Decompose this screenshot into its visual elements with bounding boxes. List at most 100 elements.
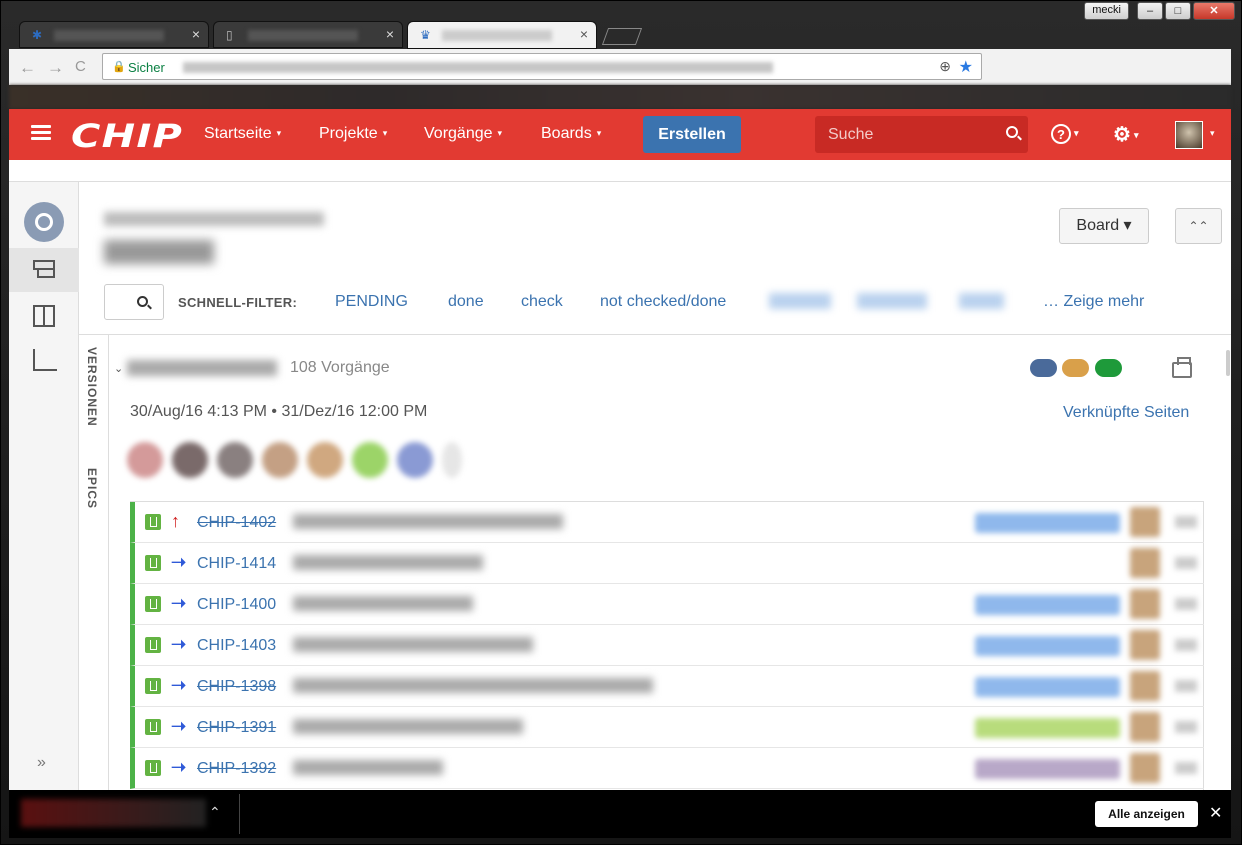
quick-filter-pending[interactable]: PENDING	[335, 293, 408, 311]
avatar[interactable]	[262, 442, 298, 478]
issue-key-link[interactable]: CHIP-1391	[197, 719, 276, 737]
profile-button[interactable]: mecki	[1084, 2, 1129, 20]
versions-tab[interactable]: VERSIONEN	[85, 347, 99, 427]
issue-key-link[interactable]: CHIP-1400	[197, 596, 276, 614]
assignee-avatar[interactable]	[1130, 712, 1160, 742]
browser-tab-1[interactable]: ✱ ×	[19, 21, 209, 48]
scrollbar-thumb[interactable]	[1226, 350, 1230, 376]
downloads-bar: ⌃ Alle anzeigen ✕	[9, 790, 1231, 838]
issue-key-link[interactable]: CHIP-1392	[197, 760, 276, 778]
forward-icon[interactable]: →	[47, 58, 64, 78]
new-tab-button[interactable]	[601, 28, 643, 45]
epic-label[interactable]	[975, 636, 1120, 656]
epic-label[interactable]	[975, 759, 1120, 779]
table-row[interactable]: ➝ CHIP-1403	[130, 625, 1204, 666]
avatar-more[interactable]	[442, 442, 462, 478]
backlog-nav-icon[interactable]	[9, 248, 79, 292]
side-panel-tabs: VERSIONEN EPICS	[79, 335, 109, 790]
assignee-avatar[interactable]	[1130, 753, 1160, 783]
story-type-icon	[145, 514, 161, 530]
show-all-downloads-button[interactable]: Alle anzeigen	[1095, 801, 1198, 827]
filter-search-input[interactable]	[104, 284, 164, 320]
divider	[239, 794, 240, 834]
tab-close-icon[interactable]: ×	[386, 26, 394, 42]
chevron-up-icon[interactable]: ⌃	[209, 804, 221, 821]
table-row[interactable]: ➝ CHIP-1392	[130, 748, 1204, 789]
table-row[interactable]: ➝ CHIP-1400	[130, 584, 1204, 625]
issue-key-link[interactable]: CHIP-1414	[197, 555, 276, 573]
chevron-down-icon[interactable]: ⌄	[114, 362, 123, 375]
nav-vorgaenge[interactable]: Vorgänge ▾	[424, 125, 502, 143]
collapse-header-button[interactable]: ⌃⌃	[1175, 208, 1222, 244]
search-input[interactable]: Suche	[815, 116, 1028, 153]
browser-tab-2[interactable]: ▯ ×	[213, 21, 403, 48]
bookmark-star-icon[interactable]: ★	[959, 57, 973, 77]
avatar[interactable]	[307, 442, 343, 478]
quick-filter-blurred[interactable]	[959, 293, 1004, 309]
user-avatar[interactable]	[1175, 121, 1203, 149]
expand-sidebar-icon[interactable]: »	[37, 754, 46, 772]
reload-icon[interactable]: C	[75, 58, 86, 75]
show-more-filters-link[interactable]: … Zeige mehr	[1043, 293, 1144, 311]
bookmarks-bar-blurred	[9, 85, 1231, 109]
quick-filter-blurred[interactable]	[769, 293, 831, 309]
epic-label[interactable]	[975, 595, 1120, 615]
table-row[interactable]: ➝ CHIP-1391	[130, 707, 1204, 748]
assignee-avatar[interactable]	[1130, 671, 1160, 701]
zoom-icon[interactable]: ⊕	[939, 58, 951, 75]
project-avatar-icon[interactable]	[24, 202, 64, 242]
download-item-blurred[interactable]	[21, 799, 206, 827]
quick-filter-not-checked-done[interactable]: not checked/done	[600, 293, 726, 311]
quick-filter-blurred[interactable]	[857, 293, 927, 309]
active-sprint-nav-icon[interactable]	[9, 294, 79, 338]
assignee-avatar[interactable]	[1130, 589, 1160, 619]
table-row[interactable]: ➝ CHIP-1414	[130, 543, 1204, 584]
maximize-button[interactable]: □	[1165, 2, 1191, 20]
menu-hamburger-icon[interactable]	[31, 125, 51, 141]
search-icon[interactable]	[1006, 126, 1018, 138]
minimize-button[interactable]: –	[1137, 2, 1163, 20]
avatar[interactable]	[127, 442, 163, 478]
tab-close-icon[interactable]: ×	[580, 26, 588, 42]
nav-startseite[interactable]: Startseite ▾	[204, 125, 281, 143]
epic-label[interactable]	[975, 718, 1120, 738]
linked-pages-link[interactable]: Verknüpfte Seiten	[1063, 404, 1189, 422]
avatar[interactable]	[397, 442, 433, 478]
epics-tab[interactable]: EPICS	[85, 468, 99, 509]
table-row[interactable]: ➝ CHIP-1398	[130, 666, 1204, 707]
assignee-avatar[interactable]	[1130, 630, 1160, 660]
close-window-button[interactable]: ✕	[1193, 2, 1235, 20]
tab-title-blurred	[248, 30, 358, 41]
quick-filter-done[interactable]: done	[448, 293, 484, 311]
table-row[interactable]: ↑ CHIP-1402	[130, 502, 1204, 543]
issue-key-link[interactable]: CHIP-1398	[197, 678, 276, 696]
avatar[interactable]	[217, 442, 253, 478]
settings-button[interactable]: ⚙ ▾	[1113, 122, 1138, 147]
nav-projekte[interactable]: Projekte ▾	[319, 125, 387, 143]
create-button[interactable]: Erstellen	[643, 116, 741, 153]
issue-key-link[interactable]: CHIP-1403	[197, 637, 276, 655]
issue-key-link[interactable]: CHIP-1402	[197, 514, 276, 532]
chip-logo[interactable]: CHIP	[71, 117, 183, 155]
help-button[interactable]: ? ▾	[1051, 122, 1079, 145]
nav-boards[interactable]: Boards ▾	[541, 125, 601, 143]
nav-label: Boards	[541, 125, 592, 142]
reports-nav-icon[interactable]	[9, 338, 79, 382]
priority-icon: ➝	[171, 675, 187, 695]
browser-tab-active[interactable]: ♛ ×	[407, 21, 597, 49]
printer-icon[interactable]	[1172, 357, 1192, 378]
close-downloads-icon[interactable]: ✕	[1209, 803, 1222, 823]
tab-close-icon[interactable]: ×	[192, 26, 200, 42]
epic-label[interactable]	[975, 513, 1120, 533]
quick-filter-check[interactable]: check	[521, 293, 563, 311]
address-bar[interactable]: 🔒 Sicher ⊕ ★	[102, 53, 982, 80]
board-dropdown-button[interactable]: Board ▾	[1059, 208, 1149, 244]
epic-label[interactable]	[975, 677, 1120, 697]
chevron-down-icon[interactable]: ▾	[1210, 128, 1215, 139]
avatar[interactable]	[172, 442, 208, 478]
chevron-down-icon: ▾	[497, 128, 503, 138]
assignee-avatar[interactable]	[1130, 548, 1160, 578]
avatar[interactable]	[352, 442, 388, 478]
assignee-avatar[interactable]	[1130, 507, 1160, 537]
back-icon[interactable]: ←	[19, 58, 36, 78]
